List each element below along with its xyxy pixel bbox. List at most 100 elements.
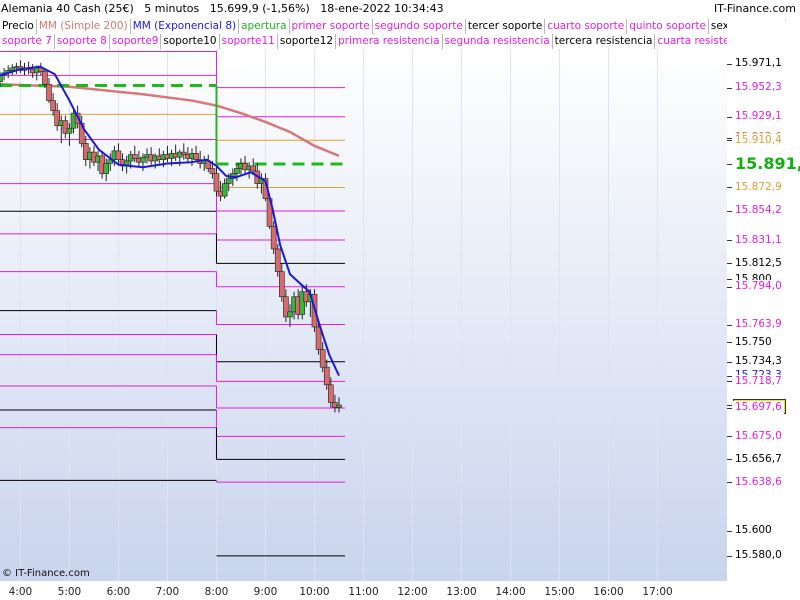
legend-item[interactable]: soporte11	[219, 34, 278, 49]
chart-title: Alemania 40 Cash (25€) 5 minutos 15.699,…	[1, 2, 444, 15]
candle-body	[46, 83, 52, 101]
legend-item[interactable]: soporte12	[277, 34, 337, 49]
candle-body	[270, 226, 277, 250]
title-bar: Alemania 40 Cash (25€) 5 minutos 15.699,…	[0, 0, 800, 18]
y-tick-label: 15.734,3	[733, 355, 784, 369]
legend-item[interactable]: primer soporte	[289, 19, 373, 34]
y-tick-label: 15.638,6	[733, 475, 784, 489]
legend-item[interactable]: soporte9	[109, 34, 162, 49]
candle-body	[209, 168, 216, 174]
y-tick-mark	[727, 381, 732, 383]
y-tick-label: 15.697,6	[733, 401, 784, 415]
y-tick-label: 15.812,5	[733, 256, 784, 270]
candle-body	[274, 248, 281, 272]
x-tick-label: 9:00	[253, 586, 278, 598]
time-axis: 4:00 5:00 6:00 7:00 8:00 9:00 10:00 11:00 12:00 1…	[0, 581, 727, 600]
x-tick-label: 4:00	[8, 586, 33, 598]
candle-body	[140, 156, 146, 163]
y-tick-mark	[727, 163, 732, 165]
legend-item[interactable]: segunda resistencia	[442, 34, 553, 49]
x-tick-label: 17:00	[642, 586, 673, 598]
y-tick-mark	[727, 87, 732, 89]
y-tick-mark	[727, 342, 732, 344]
y-tick-label: 15.952,3	[733, 81, 784, 95]
y-tick-label: 15.763,9	[733, 318, 784, 332]
legend-item[interactable]: segundo soporte	[372, 19, 466, 34]
candle-body	[287, 311, 293, 318]
candle-body	[319, 349, 326, 368]
y-tick-mark	[727, 361, 732, 363]
x-tick-label: 15:00	[544, 586, 575, 598]
y-tick-label: 15.891,6	[733, 154, 800, 173]
legend-item[interactable]: cuarto soporte	[545, 19, 628, 34]
candle-body	[323, 366, 330, 386]
candle-body	[279, 271, 285, 298]
y-tick-mark	[727, 530, 732, 532]
y-tick-label: 15.854,2	[733, 204, 784, 218]
y-tick-label: 15.872,9	[733, 180, 784, 194]
y-tick-mark	[727, 140, 732, 142]
y-tick-mark	[727, 405, 732, 407]
y-tick-mark	[727, 240, 732, 242]
candle-body	[66, 127, 73, 134]
legend-item[interactable]: soporte10	[161, 34, 220, 49]
x-tick-label: 7:00	[155, 586, 180, 598]
y-tick-label: 15.929,1	[733, 110, 784, 124]
y-tick-label: 15.580,0	[733, 549, 784, 563]
y-tick-mark	[727, 482, 732, 484]
legend-item[interactable]: MM (Exponencial 8)	[130, 19, 240, 34]
y-tick-mark	[727, 263, 732, 265]
y-tick-mark	[727, 286, 732, 288]
candle-body	[131, 154, 138, 159]
y-tick-label: 15.794,0	[733, 280, 784, 294]
y-tick-label: 15.600	[733, 524, 774, 538]
y-tick-mark	[727, 279, 732, 281]
legend-item[interactable]: tercer soporte	[465, 19, 546, 34]
legend-item[interactable]: quinto soporte	[627, 19, 709, 34]
candle-body	[213, 173, 220, 192]
y-tick-mark	[727, 375, 732, 377]
x-tick-label: 10:00	[299, 586, 330, 598]
candle-body	[336, 404, 342, 408]
candle-body	[103, 163, 110, 174]
x-tick-label: 5:00	[57, 586, 82, 598]
legend-item[interactable]: Precio	[0, 19, 37, 34]
y-tick-mark	[727, 63, 732, 65]
legend-item[interactable]: apertura	[239, 19, 290, 34]
candle-body	[50, 100, 56, 111]
price-axis: 15.971,115.952,315.929,115.912,615.910,4…	[727, 20, 800, 581]
candle-body	[328, 384, 334, 403]
legend-item[interactable]: MM (Simple 200)	[36, 19, 131, 34]
legend-item[interactable]: primera resistencia	[336, 34, 443, 49]
candle-body	[193, 153, 199, 160]
brand-label: IT-Finance.com	[714, 2, 796, 15]
x-tick-label: 6:00	[106, 586, 131, 598]
legend-item[interactable]: soporte 7	[0, 34, 55, 49]
y-tick-mark	[727, 436, 732, 438]
y-tick-label: 15.675,0	[733, 429, 784, 443]
candle-body	[225, 178, 232, 184]
y-tick-mark	[727, 555, 732, 557]
candle-body	[221, 183, 228, 197]
candle-body	[180, 151, 187, 155]
legend-row-1: Precio MM (Simple 200) MM (Exponencial 8) a…	[0, 19, 800, 34]
copyright: © IT-Finance.com	[2, 568, 90, 579]
candle-body	[9, 67, 16, 71]
y-tick-mark	[727, 210, 732, 212]
y-tick-label: 15.656,7	[733, 452, 784, 466]
y-tick-mark	[727, 459, 732, 461]
y-tick-label: 15.971,1	[733, 57, 784, 71]
legend-item[interactable]: soporte 8	[54, 34, 110, 49]
candle-body	[115, 150, 122, 160]
x-tick-label: 16:00	[593, 586, 624, 598]
y-tick-label: 15.750	[733, 335, 774, 349]
candle-body	[234, 168, 240, 174]
y-tick-mark	[727, 407, 732, 409]
x-tick-label: 13:00	[446, 586, 477, 598]
y-tick-mark	[727, 187, 732, 189]
price-chart[interactable]	[0, 49, 727, 581]
legend-item[interactable]: tercera resistencia	[552, 34, 656, 49]
y-tick-label: 15.718,7	[733, 374, 784, 388]
x-tick-label: 14:00	[495, 586, 526, 598]
candle-body	[42, 71, 48, 85]
